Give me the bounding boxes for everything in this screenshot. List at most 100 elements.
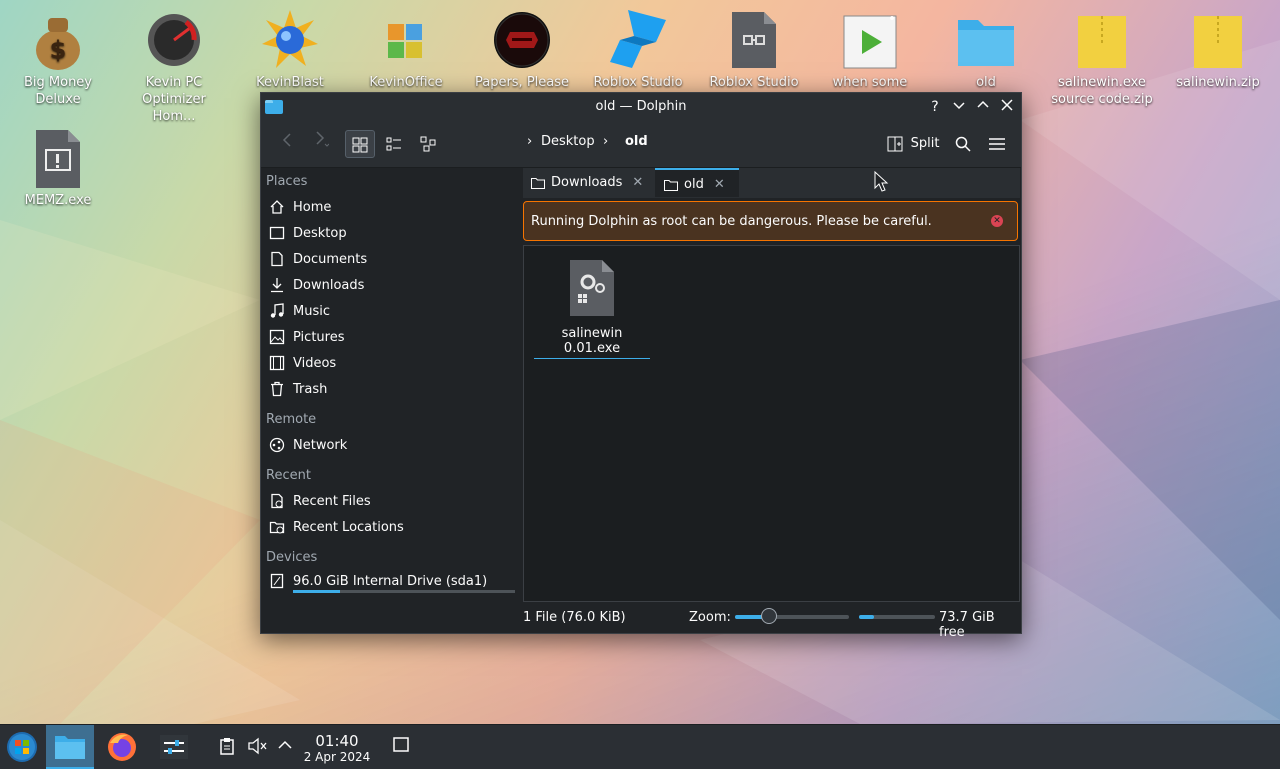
breadcrumb-old[interactable]: old — [625, 134, 648, 149]
music-note-icon — [270, 302, 284, 318]
hamburger-menu-icon — [989, 137, 1005, 150]
picture-icon — [269, 329, 285, 344]
menu-button[interactable] — [985, 130, 1009, 158]
film-icon — [269, 355, 285, 370]
start-menu-button[interactable] — [0, 725, 48, 769]
desktop-icon-kevinblast[interactable]: KevinBlast — [238, 10, 342, 91]
recent-heading: Recent — [266, 468, 311, 483]
tab-downloads[interactable]: Downloads ✕ — [523, 168, 653, 197]
sidebar-item-home[interactable]: Home — [269, 196, 515, 220]
desktop-icon-memz[interactable]: MEMZ.exe — [6, 128, 110, 209]
sidebar-item-documents[interactable]: Documents — [269, 248, 515, 272]
help-button[interactable]: ? — [925, 97, 945, 117]
sidebar-item-label: Home — [293, 200, 332, 215]
desktop-icon-label: salinewin.exe source code.zip — [1051, 75, 1153, 107]
home-icon — [270, 199, 284, 214]
split-button[interactable]: Split — [885, 130, 941, 158]
tab-old[interactable]: old ✕ — [655, 168, 739, 197]
sidebar-item-label: Downloads — [293, 278, 365, 293]
folder-icon — [531, 177, 545, 189]
file-view[interactable]: salinewin 0.01.exe — [523, 245, 1020, 602]
network-icon — [269, 437, 285, 452]
sidebar-item-videos[interactable]: Videos — [269, 352, 515, 376]
close-button[interactable] — [997, 97, 1017, 117]
sidebar-item-desktop[interactable]: Desktop — [269, 222, 515, 246]
volume-muted-icon[interactable] — [247, 737, 267, 759]
sidebar-item-network[interactable]: Network — [269, 434, 515, 458]
chevron-up-icon[interactable] — [277, 737, 293, 757]
places-panel: Places Home Desktop Documents Downloads … — [261, 168, 519, 598]
zoom-slider-handle[interactable] — [761, 608, 778, 624]
desktop-icon-label: Roblox Studio — [593, 75, 683, 90]
warning-message: Running Dolphin as root can be dangerous… — [531, 214, 932, 229]
mouse-cursor-icon — [874, 171, 889, 192]
roblox-studio-icon — [610, 10, 666, 72]
clock[interactable]: 01:40 2 Apr 2024 — [300, 733, 374, 765]
chevron-right-icon — [316, 131, 330, 147]
download-icon — [271, 277, 283, 292]
taskbar: 01:40 2 Apr 2024 — [0, 724, 1280, 769]
taskbar-dolphin[interactable] — [46, 725, 94, 769]
breadcrumb-separator-icon: › — [603, 134, 609, 149]
forward-button[interactable] — [307, 130, 335, 158]
taskbar-firefox[interactable] — [98, 725, 146, 769]
zoom-slider[interactable] — [735, 608, 849, 624]
zip-archive-icon — [1074, 10, 1130, 72]
desktop-icon-label: MEMZ.exe — [24, 193, 92, 208]
file-item[interactable]: salinewin 0.01.exe — [534, 258, 650, 359]
desktop-icon-label: when some — [832, 75, 908, 90]
main-toolbar: › Desktop › old Split — [261, 121, 1021, 168]
sidebar-item-label: 96.0 GiB Internal Drive (sda1) — [293, 574, 488, 589]
devices-heading: Devices — [266, 550, 318, 565]
window-titlebar[interactable]: old — Dolphin ? — [261, 93, 1021, 121]
sidebar-item-pictures[interactable]: Pictures — [269, 326, 515, 350]
sidebar-item-label: Documents — [293, 252, 368, 267]
show-desktop-icon[interactable] — [393, 737, 409, 757]
desktop-icon-salinewin-source-zip[interactable]: salinewin.exe source code.zip — [1050, 10, 1154, 108]
money-bag-icon: $ — [30, 10, 86, 72]
desktop-icon-roblox-studio-shortcut[interactable]: Roblox Studio — [702, 10, 806, 91]
desktop-icon-papers-please[interactable]: Papers, Please — [470, 10, 574, 91]
sidebar-item-trash[interactable]: Trash — [269, 378, 515, 402]
svg-text:$: $ — [50, 36, 67, 64]
minimize-button[interactable] — [949, 97, 969, 117]
split-view-icon — [887, 136, 903, 151]
tab-close-icon[interactable]: ✕ — [714, 177, 725, 192]
shortcut-file-icon — [726, 10, 782, 72]
details-view-icon — [420, 136, 436, 152]
search-button[interactable] — [951, 130, 975, 158]
desktop-icon-kevin-pc-optimizer[interactable]: Kevin PC Optimizer Hom... — [122, 10, 226, 125]
desktop-icon-big-money-deluxe[interactable]: $ Big Money Deluxe — [6, 10, 110, 108]
clipboard-icon[interactable] — [219, 737, 235, 759]
breadcrumb-desktop[interactable]: Desktop — [541, 134, 595, 149]
chevron-up-icon — [977, 100, 989, 108]
desktop-icon-roblox-studio[interactable]: Roblox Studio — [586, 10, 690, 91]
sidebar-item-recent-locations[interactable]: Recent Locations — [269, 516, 515, 540]
desktop-icon-old-folder[interactable]: old — [934, 10, 1038, 91]
desktop-icon-when-some[interactable]: when some — [818, 10, 922, 91]
executable-gear-icon — [570, 260, 614, 316]
sidebar-item-music[interactable]: Music — [269, 300, 515, 324]
remote-heading: Remote — [266, 412, 317, 427]
settings-sliders-icon — [160, 735, 188, 759]
sidebar-item-label: Recent Files — [293, 494, 371, 509]
sidebar-item-downloads[interactable]: Downloads — [269, 274, 515, 298]
taskbar-system-settings[interactable] — [150, 725, 198, 769]
tab-close-icon[interactable]: ✕ — [632, 175, 643, 190]
desktop-icon-label: Kevin PC Optimizer Hom... — [142, 75, 206, 124]
executable-warning-icon — [30, 128, 86, 190]
zoom-label: Zoom: — [689, 610, 731, 625]
details-view-button[interactable] — [413, 130, 443, 158]
desktop-icon-label: KevinBlast — [256, 75, 324, 90]
compact-view-button[interactable] — [379, 130, 409, 158]
places-heading: Places — [266, 174, 308, 189]
desktop-icon — [269, 226, 285, 239]
back-button[interactable] — [275, 130, 299, 158]
icons-view-button[interactable] — [345, 130, 375, 158]
speedometer-icon — [146, 10, 202, 72]
maximize-button[interactable] — [973, 97, 993, 117]
close-warning-icon[interactable]: ✕ — [991, 215, 1003, 227]
sidebar-item-recent-files[interactable]: Recent Files — [269, 490, 515, 514]
file-name: salinewin 0.01.exe — [534, 326, 650, 359]
desktop-icon-salinewin-zip[interactable]: salinewin.zip — [1166, 10, 1270, 91]
